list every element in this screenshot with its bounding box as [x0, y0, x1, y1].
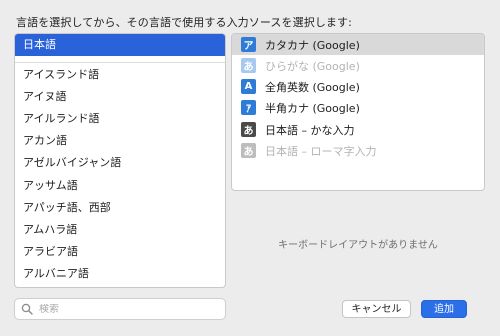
input-source-kana-input[interactable]: あ 日本語 – かな入力: [232, 119, 484, 140]
language-item[interactable]: アムハラ語: [15, 219, 225, 241]
language-item[interactable]: アパッチ語、西部: [15, 197, 225, 219]
language-item-selected[interactable]: 日本語: [15, 34, 225, 56]
add-button[interactable]: 追加: [421, 300, 467, 318]
input-source-halfwidth-katakana[interactable]: ｱ 半角カナ (Google): [232, 97, 484, 118]
katakana-icon: ア: [241, 37, 256, 52]
input-source-label: 日本語 – ローマ字入力: [265, 144, 377, 158]
language-list-divider: [15, 62, 225, 63]
search-field[interactable]: [14, 298, 226, 320]
input-source-romaji-input: あ 日本語 – ローマ字入力: [232, 140, 484, 161]
input-source-label: カタカナ (Google): [265, 38, 360, 52]
input-source-katakana[interactable]: ア カタカナ (Google): [232, 34, 484, 55]
input-source-label: 日本語 – かな入力: [265, 123, 355, 137]
add-input-source-dialog: 言語を選択してから、その言語で使用する入力ソースを選択します: 日本語 アイスラ…: [0, 0, 500, 336]
fullwidth-roman-icon: A: [241, 79, 256, 94]
hiragana-icon: あ: [241, 58, 256, 73]
search-input[interactable]: [39, 303, 209, 315]
cancel-button[interactable]: キャンセル: [342, 300, 411, 318]
input-source-fullwidth-roman[interactable]: A 全角英数 (Google): [232, 76, 484, 97]
halfwidth-katakana-icon: ｱ: [241, 100, 256, 115]
search-icon: [21, 303, 33, 315]
language-item[interactable]: アイスランド語: [15, 64, 225, 86]
input-source-hiragana: あ ひらがな (Google): [232, 55, 484, 76]
dialog-prompt: 言語を選択してから、その言語で使用する入力ソースを選択します:: [16, 16, 352, 29]
input-source-label: 半角カナ (Google): [265, 101, 360, 115]
language-item[interactable]: アッサム語: [15, 175, 225, 197]
romaji-input-icon: あ: [241, 143, 256, 158]
language-item[interactable]: アイルランド語: [15, 108, 225, 130]
language-item[interactable]: アゼルバイジャン語: [15, 152, 225, 174]
input-source-label: ひらがな (Google): [265, 59, 360, 73]
input-source-label: 全角英数 (Google): [265, 80, 360, 94]
language-item[interactable]: アカン語: [15, 130, 225, 152]
language-list[interactable]: 日本語 アイスランド語 アイヌ語 アイルランド語 アカン語 アゼルバイジャン語 …: [14, 33, 226, 288]
language-item[interactable]: アイヌ語: [15, 86, 225, 108]
language-item[interactable]: アルバニア語: [15, 263, 225, 285]
input-source-list[interactable]: ア カタカナ (Google) あ ひらがな (Google) A 全角英数 (…: [231, 33, 485, 191]
kana-input-icon: あ: [241, 122, 256, 137]
language-item[interactable]: アラビア語: [15, 241, 225, 263]
no-keyboard-layout-message: キーボードレイアウトがありません: [278, 240, 438, 251]
